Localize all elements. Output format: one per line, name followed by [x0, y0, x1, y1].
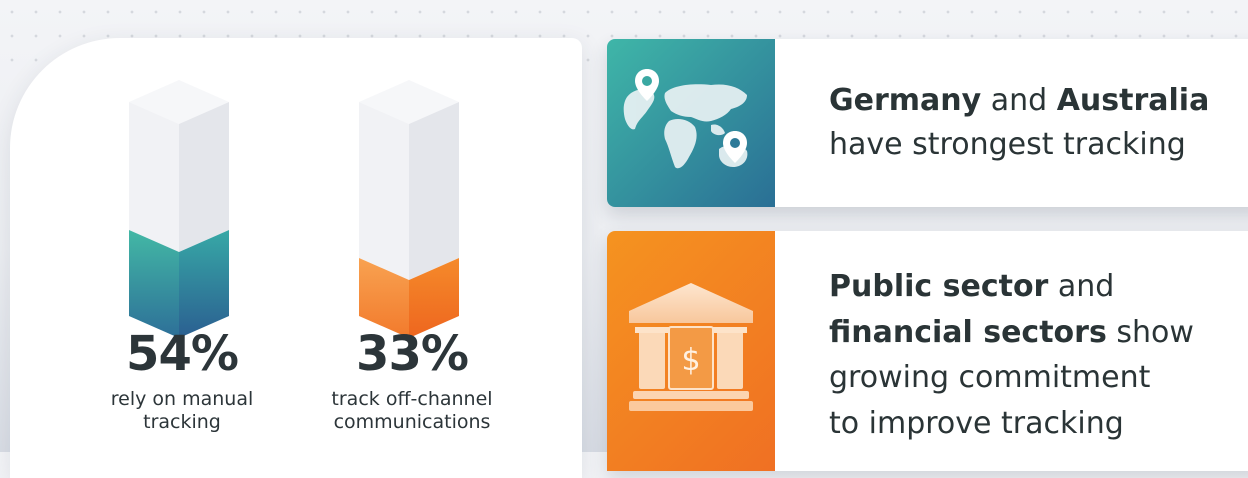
stat-label: track off-channel communications: [312, 388, 512, 434]
info-line: financial sectors show: [829, 310, 1194, 356]
info-line: Germany and Australia: [829, 79, 1209, 123]
stat-value: 54%: [126, 326, 239, 382]
bank-dollar-icon: $: [629, 283, 753, 411]
highlight-text: Australia: [1056, 83, 1210, 118]
stats-panel: 54% rely on manual tracking 33% track of…: [10, 38, 582, 478]
icon-tile-teal: [607, 39, 775, 207]
stat-label-line: track off-channel: [331, 388, 493, 410]
info-line: have strongest tracking: [829, 127, 1186, 162]
icon-tile-orange: $: [607, 231, 775, 471]
bar-cube-33-icon: [359, 80, 459, 338]
highlight-text: Public sector: [829, 269, 1049, 304]
stat-value: 33%: [356, 326, 469, 382]
plain-text: and: [1048, 269, 1115, 304]
info-card-sectors: $ Public sector and financial sectors sh…: [607, 231, 1248, 471]
plain-text: and: [981, 83, 1057, 118]
plain-text: show: [1106, 314, 1194, 350]
stat-manual-tracking: 54% rely on manual tracking: [82, 38, 282, 458]
info-card-countries: Germany and Australia have strongest tra…: [607, 39, 1248, 207]
highlight-text: financial sectors: [829, 314, 1107, 350]
info-text-countries: Germany and Australia have strongest tra…: [829, 79, 1209, 167]
info-line: growing commitment: [829, 360, 1151, 395]
highlight-text: Germany: [829, 83, 982, 118]
stat-label-line: rely on manual: [110, 388, 254, 410]
stat-label-line: tracking: [143, 411, 221, 433]
info-text-sectors: Public sector and financial sectors show…: [829, 264, 1194, 446]
world-map-icon: [623, 69, 748, 169]
info-line: Public sector and: [829, 264, 1194, 310]
svg-text:$: $: [681, 343, 700, 378]
stat-off-channel: 33% track off-channel communications: [312, 38, 512, 458]
info-line: to improve tracking: [829, 405, 1124, 441]
bar-cube-54-icon: [129, 80, 229, 338]
stat-label: rely on manual tracking: [82, 388, 282, 434]
stat-label-line: communications: [333, 411, 491, 433]
